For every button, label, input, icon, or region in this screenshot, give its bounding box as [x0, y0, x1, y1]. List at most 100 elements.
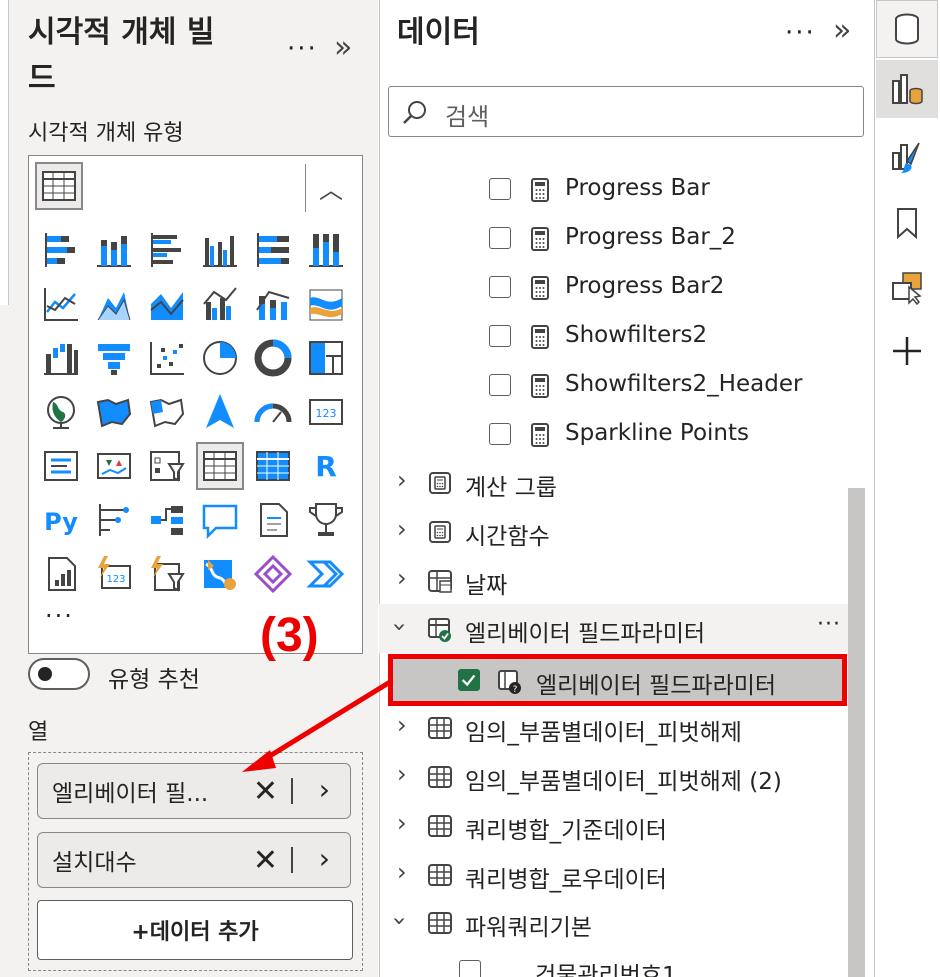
metrics-icon[interactable] [304, 498, 348, 542]
chevron-right-icon[interactable]: › [397, 858, 407, 886]
decomposition-tree-icon[interactable] [145, 498, 189, 542]
chevron-down-icon[interactable]: › [386, 916, 414, 926]
measure-row[interactable]: Sparkline Points [379, 410, 849, 459]
measure-name: Showfilters2_Header [565, 371, 803, 397]
map-icon[interactable] [39, 390, 83, 434]
clustered-bar-icon[interactable] [145, 228, 189, 272]
qa-visual-icon[interactable] [198, 498, 242, 542]
table-icon[interactable] [196, 442, 244, 490]
checkbox[interactable] [489, 227, 511, 249]
table-row[interactable]: › 쿼리병합_로우데이터 [379, 850, 849, 899]
table-row[interactable]: › 임의_부품별데이터_피벗해제 (2) [379, 752, 849, 801]
ribbon-chart-icon[interactable] [304, 282, 348, 326]
pie-chart-icon[interactable] [198, 336, 242, 380]
table-row[interactable]: › 계산 그룹 [379, 458, 849, 507]
stacked-column-icon[interactable] [92, 228, 136, 272]
paginated-report-icon[interactable] [39, 552, 83, 596]
power-automate-icon[interactable] [251, 552, 295, 596]
collapse-gallery-icon[interactable]: ︿ [319, 170, 343, 205]
power-apps-slicer-icon[interactable] [145, 552, 189, 596]
checkbox[interactable] [459, 960, 481, 977]
shape-map-icon[interactable] [145, 390, 189, 434]
chevron-down-icon[interactable]: › [386, 622, 414, 632]
scrollbar-thumb[interactable] [848, 488, 865, 977]
database-icon [895, 13, 919, 45]
arcgis-map-icon[interactable] [198, 552, 242, 596]
pill-divider [291, 847, 293, 873]
kpi-icon[interactable] [92, 444, 136, 488]
table-row-expanded[interactable]: › 엘리베이터 필드파라미터 ··· [379, 604, 849, 653]
data-pane-collapse-icon[interactable]: » [833, 13, 851, 48]
treemap-icon[interactable] [304, 336, 348, 380]
chevron-right-icon[interactable]: › [397, 809, 407, 837]
card-icon[interactable]: 123 [304, 390, 348, 434]
table-row-expanded[interactable]: › 파워쿼리기본 [379, 898, 849, 947]
line-clustered-column-icon[interactable] [198, 282, 242, 326]
add-pane-button[interactable] [876, 322, 938, 380]
line-chart-icon[interactable] [39, 282, 83, 326]
checkbox[interactable] [489, 276, 511, 298]
add-data-button[interactable]: +데이터 추가 [37, 900, 353, 960]
smart-narrative-icon[interactable] [251, 498, 295, 542]
data-pane-button[interactable] [876, 0, 938, 58]
stacked-area-icon[interactable] [145, 282, 189, 326]
checkbox[interactable] [489, 374, 511, 396]
table-visual-selected-icon[interactable] [35, 162, 83, 210]
key-influencers-icon[interactable] [92, 498, 136, 542]
power-apps-card-icon[interactable]: 123 [92, 552, 136, 596]
clustered-column-icon[interactable] [198, 228, 242, 272]
checkbox[interactable] [489, 178, 511, 200]
azure-map-icon[interactable] [198, 390, 242, 434]
power-automate-flow-icon[interactable] [304, 552, 348, 596]
bookmark-icon [897, 208, 917, 240]
donut-chart-icon[interactable] [251, 336, 295, 380]
line-stacked-column-icon[interactable] [251, 282, 295, 326]
field-row[interactable]: 건물관리번호1 [379, 948, 849, 977]
matrix-icon[interactable] [251, 444, 295, 488]
chevron-right-icon[interactable]: › [397, 515, 407, 543]
field-pill[interactable]: 설치대수 ✕ › [37, 832, 351, 888]
r-visual-icon[interactable]: R [304, 444, 348, 488]
viz-pane-collapse-icon[interactable]: » [334, 30, 352, 65]
measure-row[interactable]: Progress Bar [379, 165, 849, 214]
columns-well[interactable]: 엘리베이터 필... ✕ › 설치대수 ✕ › +데이터 추가 [28, 752, 363, 971]
stacked-bar-icon[interactable] [39, 228, 83, 272]
chevron-right-icon[interactable]: › [397, 466, 407, 494]
measure-row[interactable]: Progress Bar_2 [379, 214, 849, 263]
chevron-right-icon[interactable]: › [397, 564, 407, 592]
more-visuals-icon[interactable]: ··· [45, 602, 74, 630]
python-visual-icon[interactable]: Py [39, 498, 83, 542]
remove-field-icon[interactable]: ✕ [253, 843, 278, 878]
data-pane-more-icon[interactable]: ··· [785, 18, 816, 48]
waterfall-icon[interactable] [39, 336, 83, 380]
gauge-icon[interactable] [251, 390, 295, 434]
100-stacked-column-icon[interactable] [304, 228, 348, 272]
visualizations-pane-button[interactable] [876, 60, 938, 118]
search-input[interactable]: 검색 [388, 86, 864, 137]
measure-row[interactable]: Showfilters2 [379, 312, 849, 361]
measure-row[interactable]: Showfilters2_Header [379, 361, 849, 410]
checkbox[interactable] [489, 423, 511, 445]
table-row[interactable]: › 날짜 [379, 556, 849, 605]
100-stacked-bar-icon[interactable] [251, 228, 295, 272]
format-pane-button[interactable] [876, 128, 938, 186]
filled-map-icon[interactable] [92, 390, 136, 434]
checkbox[interactable] [489, 325, 511, 347]
area-chart-icon[interactable] [92, 282, 136, 326]
suggest-type-toggle[interactable] [28, 658, 90, 690]
table-row[interactable]: › 임의_부품별데이터_피벗해제 [379, 703, 849, 752]
expand-field-icon[interactable]: › [319, 842, 330, 875]
measure-row[interactable]: Progress Bar2 [379, 263, 849, 312]
slicer-icon[interactable] [145, 444, 189, 488]
bookmarks-pane-button[interactable] [876, 194, 938, 252]
scatter-chart-icon[interactable] [145, 336, 189, 380]
field-pill-label: 엘리베이터 필... [52, 781, 209, 807]
selection-pane-button[interactable] [876, 258, 938, 316]
viz-pane-more-icon[interactable]: ··· [287, 34, 318, 64]
table-row[interactable]: › 시간함수 [379, 507, 849, 556]
table-name: 계산 그룹 [465, 475, 557, 501]
multi-row-card-icon[interactable] [39, 444, 83, 488]
table-more-icon[interactable]: ··· [817, 612, 841, 637]
funnel-icon[interactable] [92, 336, 136, 380]
table-row[interactable]: › 쿼리병합_기준데이터 [379, 801, 849, 850]
